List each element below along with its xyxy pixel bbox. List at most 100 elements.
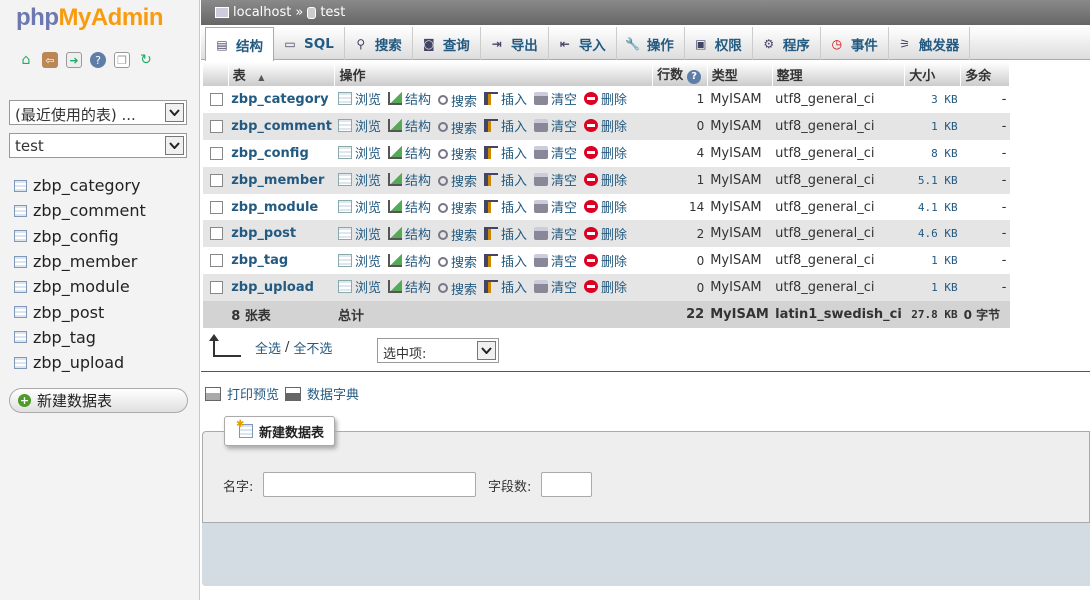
browse-action[interactable]: 浏览 bbox=[337, 170, 381, 189]
empty-action[interactable]: 清空 bbox=[534, 197, 577, 216]
docs-icon[interactable]: ? bbox=[90, 52, 106, 68]
row-checkbox[interactable] bbox=[210, 281, 223, 295]
row-checkbox[interactable] bbox=[210, 146, 223, 160]
check-all-link[interactable]: 全选 bbox=[255, 338, 281, 357]
drop-action[interactable]: 删除 bbox=[584, 277, 627, 296]
browse-action[interactable]: 浏览 bbox=[337, 251, 381, 270]
exit-icon[interactable]: ⇦ bbox=[42, 52, 58, 68]
nav-table-item[interactable]: zbp_member bbox=[14, 249, 146, 274]
print-view-link[interactable]: 打印预览 bbox=[227, 384, 279, 403]
empty-action[interactable]: 清空 bbox=[534, 224, 577, 243]
empty-action[interactable]: 清空 bbox=[534, 251, 577, 270]
recent-tables-select[interactable]: (最近使用的表) ... bbox=[9, 100, 187, 125]
empty-action[interactable]: 清空 bbox=[534, 116, 577, 135]
nav-table-item[interactable]: zbp_category bbox=[14, 173, 146, 198]
tab-operations[interactable]: 🔧 操作 bbox=[617, 27, 685, 60]
drop-action[interactable]: 删除 bbox=[584, 197, 627, 216]
table-name-link[interactable]: zbp_config bbox=[228, 139, 335, 167]
structure-action[interactable]: 结构 bbox=[387, 251, 431, 270]
tab-events[interactable]: ◷ 事件 bbox=[821, 27, 889, 60]
search-action[interactable]: 搜索 bbox=[437, 144, 477, 163]
table-name-input[interactable] bbox=[263, 472, 476, 497]
structure-action[interactable]: 结构 bbox=[387, 89, 431, 108]
table-size-link[interactable]: 8 KB bbox=[904, 139, 961, 167]
drop-action[interactable]: 删除 bbox=[584, 143, 627, 162]
browse-action[interactable]: 浏览 bbox=[337, 116, 381, 135]
nav-table-item[interactable]: zbp_config bbox=[14, 224, 146, 249]
insert-action[interactable]: 插入 bbox=[483, 116, 527, 135]
browse-action[interactable]: 浏览 bbox=[337, 224, 381, 243]
drop-action[interactable]: 删除 bbox=[584, 89, 627, 108]
database-select[interactable]: test bbox=[9, 133, 187, 158]
table-size-link[interactable]: 5.1 KB bbox=[904, 166, 961, 194]
nav-table-label[interactable]: zbp_tag bbox=[33, 328, 96, 347]
search-action[interactable]: 搜索 bbox=[437, 118, 477, 137]
structure-action[interactable]: 结构 bbox=[387, 143, 431, 162]
row-checkbox[interactable] bbox=[210, 227, 223, 241]
empty-action[interactable]: 清空 bbox=[534, 170, 577, 189]
table-size-link[interactable]: 4.1 KB bbox=[904, 193, 961, 221]
table-name-link[interactable]: zbp_member bbox=[228, 166, 335, 194]
table-size-link[interactable]: 1 KB bbox=[904, 112, 961, 140]
table-size-link[interactable]: 3 KB bbox=[904, 86, 961, 113]
nav-table-item[interactable]: zbp_post bbox=[14, 299, 146, 324]
nav-table-item[interactable]: zbp_upload bbox=[14, 350, 146, 375]
nav-table-label[interactable]: zbp_config bbox=[33, 227, 119, 246]
with-selected-select[interactable]: 选中项: bbox=[377, 338, 499, 363]
row-checkbox[interactable] bbox=[210, 173, 223, 187]
search-action[interactable]: 搜索 bbox=[437, 279, 477, 298]
table-name-link[interactable]: zbp_comment bbox=[228, 112, 335, 140]
empty-action[interactable]: 清空 bbox=[534, 143, 577, 162]
insert-action[interactable]: 插入 bbox=[483, 170, 527, 189]
field-count-input[interactable] bbox=[541, 472, 592, 497]
drop-action[interactable]: 删除 bbox=[584, 251, 627, 270]
copy-icon[interactable]: ❐ bbox=[114, 52, 130, 68]
search-action[interactable]: 搜索 bbox=[437, 252, 477, 271]
table-name-link[interactable]: zbp_post bbox=[228, 220, 335, 248]
browse-action[interactable]: 浏览 bbox=[337, 277, 381, 296]
data-dictionary-link[interactable]: 数据字典 bbox=[307, 384, 359, 403]
nav-table-label[interactable]: zbp_category bbox=[33, 176, 140, 195]
new-table-button[interactable]: + 新建数据表 bbox=[9, 388, 188, 413]
breadcrumb-database[interactable]: test bbox=[320, 5, 345, 20]
insert-action[interactable]: 插入 bbox=[483, 224, 527, 243]
drop-action[interactable]: 删除 bbox=[584, 116, 627, 135]
tab-search[interactable]: ⚲ 搜索 bbox=[345, 27, 413, 60]
drop-action[interactable]: 删除 bbox=[584, 170, 627, 189]
empty-action[interactable]: 清空 bbox=[534, 89, 577, 108]
help-icon[interactable]: ? bbox=[687, 70, 702, 84]
nav-table-label[interactable]: zbp_post bbox=[33, 303, 104, 322]
search-action[interactable]: 搜索 bbox=[437, 171, 477, 190]
header-table[interactable]: 表 ▲ bbox=[228, 62, 336, 86]
home-icon[interactable]: ⌂ bbox=[18, 52, 34, 68]
tab-routines[interactable]: ⚙ 程序 bbox=[753, 27, 821, 60]
tab-export[interactable]: ⇥ 导出 bbox=[481, 27, 549, 60]
tab-import[interactable]: ⇤ 导入 bbox=[549, 27, 617, 60]
drop-action[interactable]: 删除 bbox=[584, 224, 627, 243]
tab-query[interactable]: ◙ 查询 bbox=[413, 27, 481, 60]
nav-table-item[interactable]: zbp_tag bbox=[14, 325, 146, 350]
row-checkbox[interactable] bbox=[210, 254, 223, 268]
nav-table-label[interactable]: zbp_member bbox=[33, 252, 137, 271]
tab-sql[interactable]: ▭ SQL bbox=[274, 27, 345, 60]
table-size-link[interactable]: 4.6 KB bbox=[904, 220, 961, 248]
tab-triggers[interactable]: ⚞ 触发器 bbox=[889, 27, 971, 60]
structure-action[interactable]: 结构 bbox=[387, 277, 431, 296]
row-checkbox[interactable] bbox=[210, 92, 223, 106]
table-name-link[interactable]: zbp_module bbox=[228, 193, 335, 221]
nav-table-item[interactable]: zbp_module bbox=[14, 274, 146, 299]
structure-action[interactable]: 结构 bbox=[387, 116, 431, 135]
browse-action[interactable]: 浏览 bbox=[337, 89, 381, 108]
reload-icon[interactable]: ↻ bbox=[138, 52, 154, 68]
table-name-link[interactable]: zbp_tag bbox=[228, 247, 335, 275]
insert-action[interactable]: 插入 bbox=[483, 197, 527, 216]
breadcrumb-server[interactable]: localhost bbox=[233, 5, 291, 20]
table-name-link[interactable]: zbp_category bbox=[228, 86, 335, 113]
table-size-link[interactable]: 1 KB bbox=[904, 274, 961, 302]
browse-action[interactable]: 浏览 bbox=[337, 143, 381, 162]
sql-query-icon[interactable]: ➜ bbox=[66, 52, 82, 68]
uncheck-all-link[interactable]: 全不选 bbox=[293, 338, 332, 357]
table-name-link[interactable]: zbp_upload bbox=[228, 274, 335, 302]
phpmyadmin-logo[interactable]: phpMyAdmin bbox=[16, 4, 163, 32]
tab-privileges[interactable]: ▣ 权限 bbox=[685, 27, 753, 60]
